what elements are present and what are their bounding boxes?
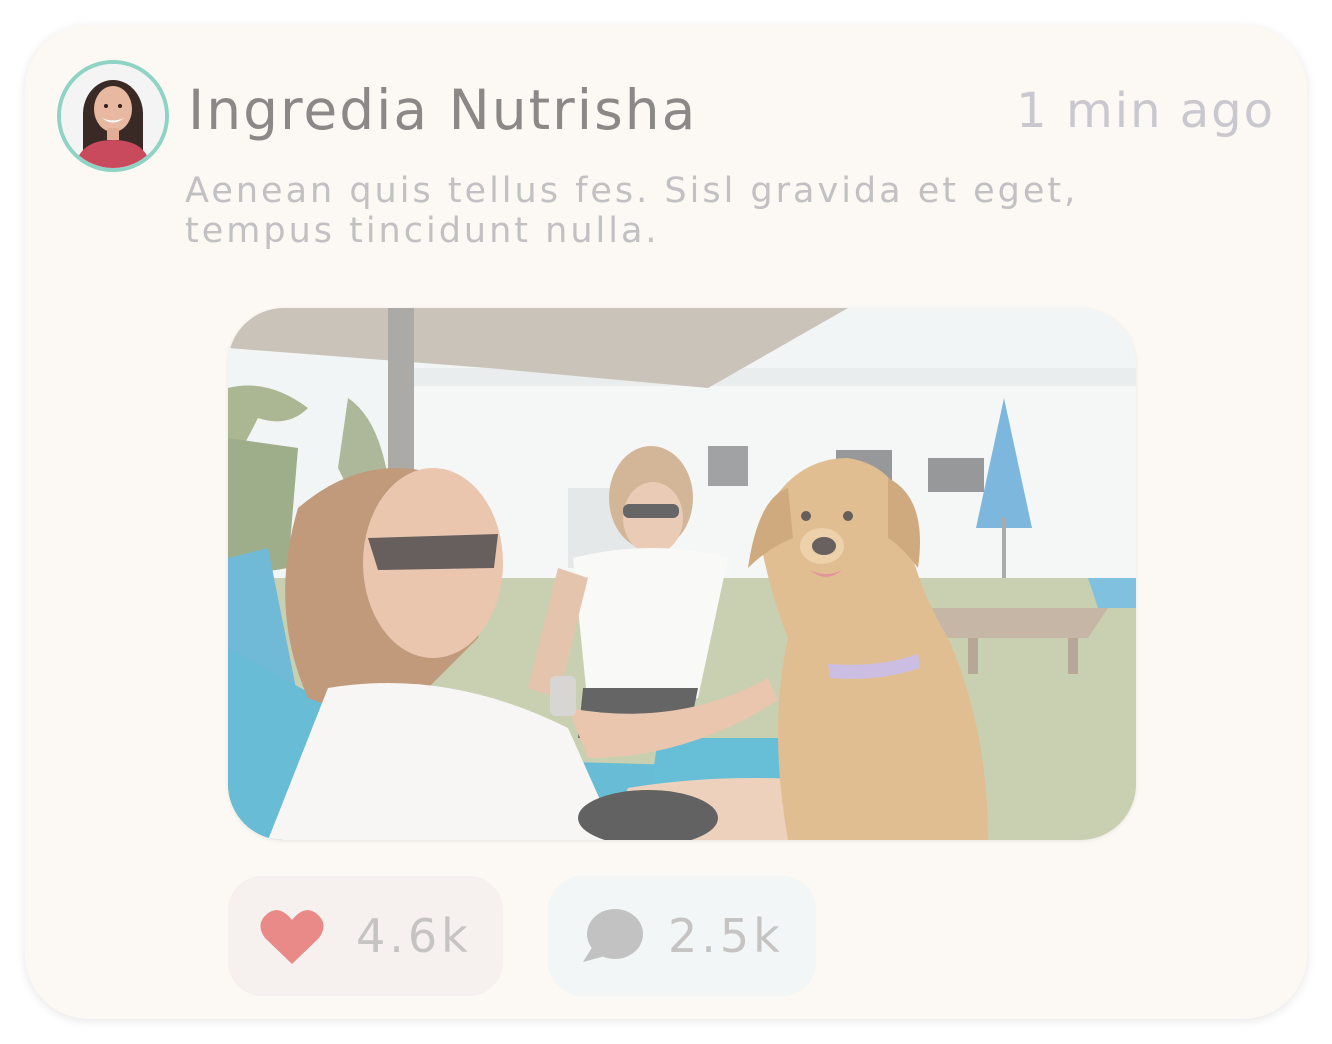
author-name[interactable]: Ingredia Nutrisha xyxy=(188,77,697,143)
post-image[interactable] xyxy=(228,308,1136,840)
like-button[interactable]: 4.6k xyxy=(228,876,503,996)
post-timestamp: 1 min ago xyxy=(1016,83,1275,139)
speech-bubble-icon xyxy=(583,909,643,962)
comment-button[interactable]: 2.5k xyxy=(548,876,816,996)
post-text: Aenean quis tellus fes. Sisl gravida et … xyxy=(185,171,1079,251)
post-card: Ingredia Nutrisha 1 min ago Aenean quis … xyxy=(25,25,1307,1019)
heart-icon xyxy=(260,910,324,964)
author-avatar[interactable] xyxy=(57,60,169,172)
avatar-image xyxy=(61,64,165,168)
like-count: 4.6k xyxy=(356,909,472,963)
comment-count: 2.5k xyxy=(668,909,784,963)
